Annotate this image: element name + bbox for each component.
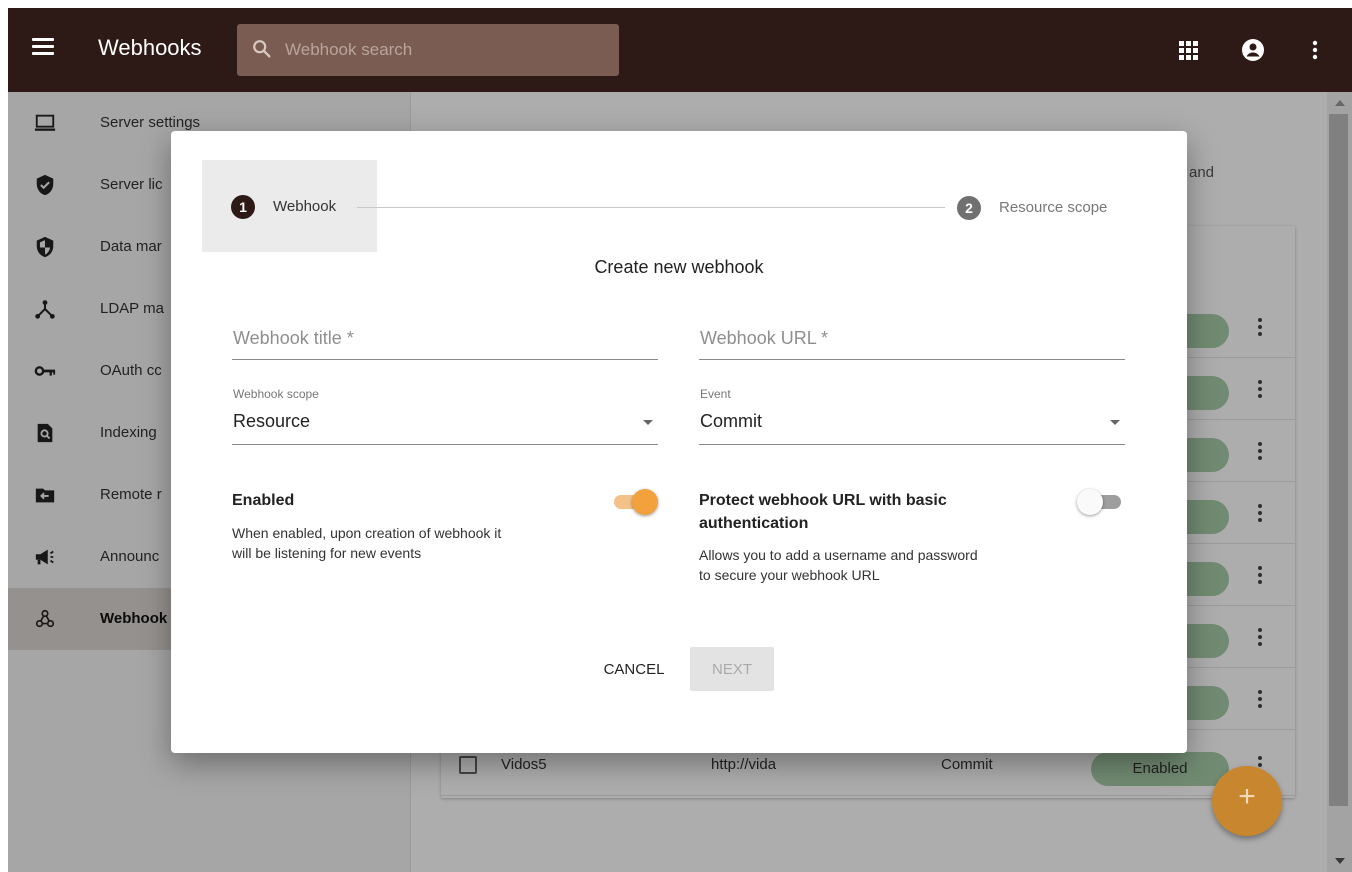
step-resource-scope[interactable]: 2 Resource scope [957, 195, 1147, 225]
dialog-title: Create new webhook [594, 257, 764, 277]
account-circle-icon[interactable] [1241, 38, 1265, 62]
toggle-thumb [632, 489, 658, 515]
menu-icon[interactable] [32, 38, 54, 56]
search-icon [253, 40, 271, 58]
enabled-title: Enabled [232, 492, 295, 509]
search-input[interactable] [285, 24, 605, 76]
field-label: Webhook scope [233, 387, 319, 401]
step-webhook[interactable]: 1 Webhook [202, 160, 377, 252]
description-line: to secure your webhook URL [699, 567, 880, 583]
enabled-description: When enabled, upon creation of webhook i… [232, 523, 501, 563]
next-button[interactable]: NEXT [690, 647, 774, 691]
step-label: Webhook [273, 198, 337, 215]
description-line: Allows you to add a username and passwor… [699, 547, 978, 563]
selected-value: Commit [700, 411, 762, 431]
plus-icon: + [1238, 780, 1256, 813]
selected-value: Resource [233, 411, 311, 431]
protect-title: Protect webhook URL with basic authentic… [699, 489, 947, 535]
webhook-title-input[interactable] [232, 318, 658, 358]
description-line: When enabled, upon creation of webhook i… [232, 525, 502, 541]
create-webhook-dialog: 1 Webhook 2 Resource scope Create new we… [171, 131, 1187, 753]
event-select[interactable]: Event Commit [699, 387, 1125, 445]
step-number: 2 [957, 196, 981, 220]
toggle-thumb [1077, 489, 1103, 515]
page-title: Webhooks [98, 35, 202, 60]
more-vert-icon[interactable] [1303, 38, 1327, 62]
webhook-url-field[interactable] [699, 318, 1125, 360]
add-webhook-button[interactable]: + [1212, 766, 1282, 836]
step-label: Resource scope [999, 199, 1108, 216]
protect-url-toggle[interactable] [1077, 488, 1125, 516]
cancel-button[interactable]: CANCEL [596, 647, 672, 691]
dropdown-arrow-icon [643, 420, 653, 425]
dropdown-arrow-icon [1110, 420, 1120, 425]
webhook-scope-select[interactable]: Webhook scope Resource [232, 387, 658, 445]
webhook-title-field[interactable] [232, 318, 658, 360]
stepper-divider [357, 207, 945, 208]
field-label: Event [700, 387, 731, 401]
apps-grid-icon[interactable] [1176, 38, 1200, 62]
title-line: authentication [699, 515, 809, 532]
app-bar: Webhooks [8, 8, 1352, 92]
description-line: will be listening for new events [232, 545, 422, 561]
protect-description: Allows you to add a username and passwor… [699, 545, 978, 585]
title-line: Protect webhook URL with basic [699, 492, 947, 509]
search-box[interactable] [237, 24, 619, 76]
webhook-url-input[interactable] [699, 318, 1125, 358]
enabled-toggle[interactable] [610, 488, 658, 516]
step-number: 1 [231, 195, 255, 219]
